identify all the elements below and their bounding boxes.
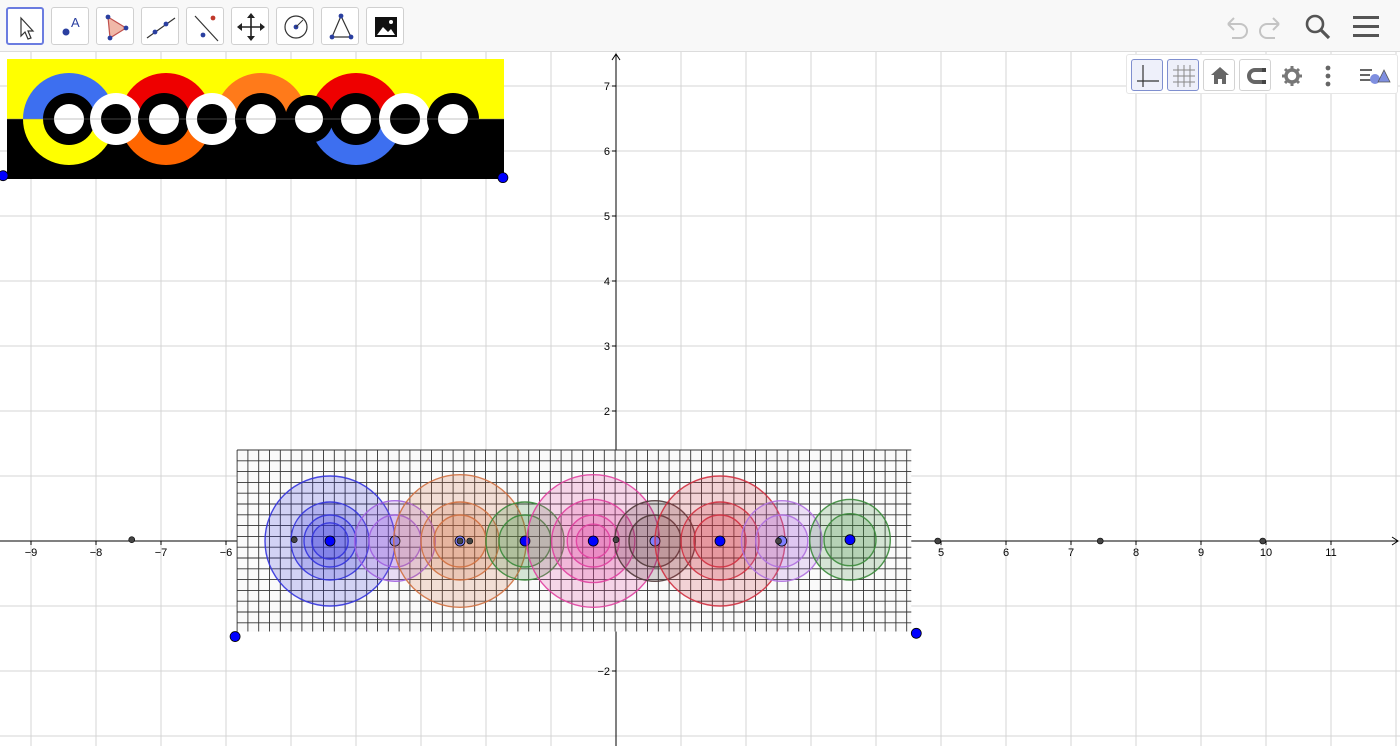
point[interactable] — [456, 537, 464, 545]
image-corner-point[interactable] — [497, 172, 509, 184]
style-bar — [1126, 54, 1398, 94]
redo-button[interactable] — [1255, 10, 1289, 44]
y-tick-label: 5 — [604, 211, 610, 223]
move-graphics-view-tool[interactable] — [231, 7, 269, 45]
point-with-label-icon: A — [62, 15, 80, 36]
image-icon — [375, 17, 397, 37]
grid-toggle-icon — [1173, 65, 1195, 87]
y-tick-label: 7 — [604, 81, 610, 93]
x-tick-label: −9 — [25, 547, 38, 559]
point[interactable] — [612, 536, 620, 544]
x-tick-label: 6 — [1003, 547, 1009, 559]
x-tick-label: −6 — [220, 547, 233, 559]
y-tick-label: 3 — [604, 341, 610, 353]
point[interactable] — [290, 536, 298, 544]
axes-toggle-icon — [1137, 65, 1159, 87]
home-icon — [1211, 67, 1229, 84]
angle-tool[interactable] — [321, 7, 359, 45]
point[interactable] — [775, 537, 782, 545]
x-tick-label: 5 — [938, 547, 944, 559]
style-bar-toggle-button[interactable] — [1357, 59, 1391, 91]
standard-view-button[interactable] — [1203, 59, 1235, 91]
gear-icon — [1282, 66, 1302, 86]
search-button[interactable] — [1300, 10, 1334, 44]
y-tick-label: 6 — [604, 146, 610, 158]
y-tick-label: −2 — [597, 666, 610, 678]
point[interactable] — [1096, 537, 1104, 545]
x-tick-label: 11 — [1325, 547, 1336, 559]
more-vertical-icon — [1325, 65, 1331, 87]
point[interactable] — [128, 536, 136, 544]
undo-icon — [1227, 17, 1248, 39]
point[interactable] — [1259, 537, 1267, 545]
settings-button[interactable] — [1275, 59, 1307, 91]
image-corner-point[interactable] — [229, 631, 241, 642]
graphics-view[interactable]: −9 −8 −7 −6 5 6 7 8 9 10 11 7 6 5 4 3 2 −2 — [0, 52, 1400, 746]
image-corner-point[interactable] — [0, 170, 9, 182]
perpendicular-tool[interactable] — [186, 7, 224, 45]
y-tick-label: 4 — [604, 276, 610, 288]
x-tick-label: 9 — [1198, 547, 1204, 559]
axes-toggle-button[interactable] — [1131, 59, 1163, 91]
line-through-points-icon — [146, 17, 176, 39]
undo-button[interactable] — [1218, 10, 1252, 44]
x-tick-label: −8 — [90, 547, 103, 559]
x-tick-label: −7 — [155, 547, 168, 559]
point[interactable] — [466, 537, 474, 545]
x-tick-label: 10 — [1260, 547, 1272, 559]
magnet-icon — [1247, 68, 1266, 84]
x-tick-label: 8 — [1133, 547, 1139, 559]
circle-center-point[interactable] — [714, 535, 726, 547]
triangle-icon — [105, 14, 129, 41]
y-tick-label: 2 — [604, 406, 610, 418]
x-tick-label: 7 — [1068, 547, 1074, 559]
toolbar: A — [0, 0, 1400, 52]
menu-button[interactable] — [1349, 10, 1383, 44]
svg-text:A: A — [71, 15, 80, 30]
grid-toggle-button[interactable] — [1167, 59, 1199, 91]
circle-center-point[interactable] — [844, 534, 856, 546]
perpendicular-line-icon — [194, 15, 219, 42]
style-bar-toggle-icon — [1360, 69, 1391, 84]
four-way-arrow-icon — [237, 13, 265, 41]
line-tool[interactable] — [141, 7, 179, 45]
redo-icon — [1259, 17, 1280, 39]
banner-image[interactable] — [7, 59, 504, 179]
polygon-tool[interactable] — [96, 7, 134, 45]
point-capturing-button[interactable] — [1239, 59, 1271, 91]
angle-icon — [329, 13, 354, 40]
point[interactable] — [934, 537, 942, 545]
circle-center-point[interactable] — [587, 535, 599, 547]
menu-icon — [1353, 16, 1379, 37]
point-tool[interactable]: A — [51, 7, 89, 45]
image-tool[interactable] — [366, 7, 404, 45]
move-tool[interactable] — [6, 7, 44, 45]
search-icon — [1305, 14, 1331, 40]
more-options-button[interactable] — [1311, 59, 1343, 91]
arrow-pointer-icon — [20, 16, 35, 40]
image-corner-point[interactable] — [910, 627, 922, 639]
circle-tool[interactable] — [276, 7, 314, 45]
circle-center-point[interactable] — [324, 535, 336, 547]
circle-center-point-icon — [284, 15, 308, 39]
